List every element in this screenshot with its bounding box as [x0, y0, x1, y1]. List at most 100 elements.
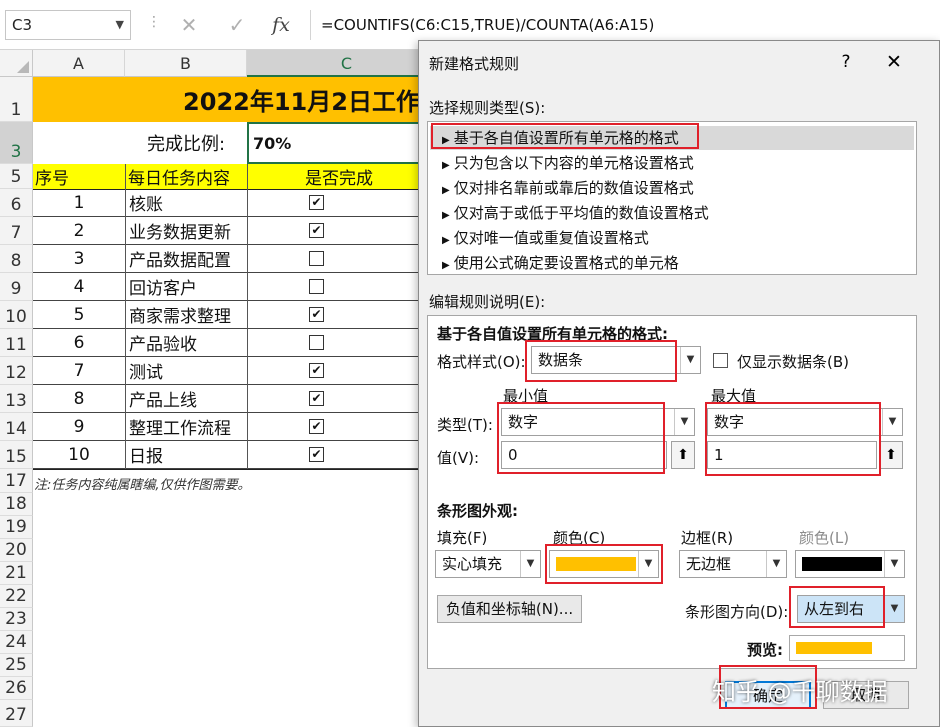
header-cell-done[interactable]: 是否完成	[247, 164, 420, 189]
row-header[interactable]: 6	[0, 189, 33, 217]
rule-type-item[interactable]: ▶ 仅对排名靠前或靠后的数值设置格式	[430, 176, 914, 200]
row-header[interactable]: 22	[0, 585, 33, 608]
rule-type-item[interactable]: ▶ 使用公式确定要设置格式的单元格	[430, 251, 914, 275]
task-done-checkbox[interactable]	[309, 251, 324, 266]
chevron-down-icon[interactable]: ▼	[638, 551, 658, 577]
row-header[interactable]: 15	[0, 441, 33, 469]
task-no-cell[interactable]: 10	[33, 441, 125, 469]
task-done-cell[interactable]: ✔	[248, 441, 420, 469]
row-header[interactable]: 11	[0, 329, 33, 357]
task-done-checkbox[interactable]	[309, 335, 324, 350]
row-header[interactable]: 13	[0, 385, 33, 413]
task-name-cell[interactable]: 产品验收	[126, 329, 247, 357]
chevron-down-icon[interactable]: ▼	[884, 551, 904, 577]
column-header-a[interactable]: A	[33, 50, 125, 77]
format-style-select[interactable]: 数据条 ▼	[531, 346, 701, 374]
row-header[interactable]: 5	[0, 164, 33, 189]
task-name-cell[interactable]: 产品上线	[126, 385, 247, 413]
chevron-down-icon[interactable]: ▼	[116, 11, 124, 39]
row-header[interactable]: 20	[0, 539, 33, 562]
select-all-button[interactable]	[0, 50, 33, 77]
column-header-b[interactable]: B	[125, 50, 247, 77]
row-header[interactable]: 14	[0, 413, 33, 441]
task-no-cell[interactable]: 9	[33, 413, 125, 441]
task-done-cell[interactable]	[248, 245, 420, 273]
task-done-checkbox[interactable]: ✔	[309, 307, 324, 322]
task-done-cell[interactable]	[248, 329, 420, 357]
header-cell-no[interactable]: 序号	[33, 164, 125, 189]
task-no-cell[interactable]: 7	[33, 357, 125, 385]
rule-type-list[interactable]: ▶ 基于各自值设置所有单元格的格式 ▶ 只为包含以下内容的单元格设置格式 ▶ 仅对排名…	[427, 121, 917, 275]
row-header[interactable]: 10	[0, 301, 33, 329]
rule-type-item[interactable]: ▶ 仅对唯一值或重复值设置格式	[430, 226, 914, 250]
row-header[interactable]: 17	[0, 469, 33, 493]
task-no-cell[interactable]: 5	[33, 301, 125, 329]
task-done-cell[interactable]: ✔	[248, 385, 420, 413]
chevron-down-icon[interactable]: ▼	[766, 551, 786, 577]
row-header[interactable]: 25	[0, 654, 33, 677]
row-header[interactable]: 7	[0, 217, 33, 245]
min-value-input[interactable]: 0	[501, 441, 667, 469]
show-bar-only-checkbox[interactable]	[713, 353, 728, 368]
negative-axis-button[interactable]: 负值和坐标轴(N)...	[437, 595, 582, 623]
insert-function-icon[interactable]: fx	[264, 10, 298, 40]
task-name-cell[interactable]: 核账	[126, 189, 247, 217]
row-header[interactable]: 19	[0, 516, 33, 539]
border-color-select[interactable]: ▼	[795, 550, 905, 578]
row-header[interactable]: 23	[0, 608, 33, 631]
range-picker-icon[interactable]: ⬆	[671, 441, 695, 469]
ratio-value-cell[interactable]: 70%	[247, 122, 420, 164]
task-done-checkbox[interactable]	[309, 279, 324, 294]
task-done-cell[interactable]: ✔	[248, 217, 420, 245]
drag-handle-icon[interactable]: ⋮	[147, 14, 161, 30]
task-name-cell[interactable]: 测试	[126, 357, 247, 385]
task-done-checkbox[interactable]: ✔	[309, 223, 324, 238]
task-name-cell[interactable]: 回访客户	[126, 273, 247, 301]
note-text[interactable]: 注:任务内容纯属瞎编,仅供作图需要。	[34, 474, 414, 493]
task-no-cell[interactable]: 4	[33, 273, 125, 301]
cancel-icon[interactable]: ✕	[172, 10, 206, 40]
rule-type-item[interactable]: ▶ 仅对高于或低于平均值的数值设置格式	[430, 201, 914, 225]
help-icon[interactable]: ?	[831, 49, 861, 75]
chevron-down-icon[interactable]: ▼	[882, 409, 902, 435]
formula-input[interactable]: =COUNTIFS(C6:C15,TRUE)/COUNTA(A6:A15)	[310, 10, 940, 40]
row-header[interactable]: 12	[0, 357, 33, 385]
spreadsheet-grid[interactable]: A B C 1 3 5 6 7 8 9 10 11 12 13 14 15 17…	[0, 50, 447, 727]
fill-select[interactable]: 实心填充 ▼	[435, 550, 541, 578]
close-icon[interactable]: ✕	[879, 49, 909, 75]
task-name-cell[interactable]: 业务数据更新	[126, 217, 247, 245]
max-type-select[interactable]: 数字 ▼	[707, 408, 903, 436]
task-done-cell[interactable]	[248, 273, 420, 301]
task-done-cell[interactable]: ✔	[248, 301, 420, 329]
chevron-down-icon[interactable]: ▼	[884, 596, 904, 622]
task-name-cell[interactable]: 整理工作流程	[126, 413, 247, 441]
enter-icon[interactable]: ✓	[220, 10, 254, 40]
column-header-c[interactable]: C	[247, 50, 447, 77]
max-value-input[interactable]: 1	[707, 441, 877, 469]
task-no-cell[interactable]: 2	[33, 217, 125, 245]
chevron-down-icon[interactable]: ▼	[680, 347, 700, 373]
rule-type-item[interactable]: ▶ 基于各自值设置所有单元格的格式	[430, 126, 914, 150]
row-header[interactable]: 26	[0, 677, 33, 700]
row-header[interactable]: 8	[0, 245, 33, 273]
task-name-cell[interactable]: 产品数据配置	[126, 245, 247, 273]
row-header[interactable]: 1	[0, 77, 33, 122]
range-picker-icon[interactable]: ⬆	[879, 441, 903, 469]
task-name-cell[interactable]: 商家需求整理	[126, 301, 247, 329]
task-done-cell[interactable]: ✔	[248, 189, 420, 217]
task-no-cell[interactable]: 6	[33, 329, 125, 357]
name-box[interactable]: C3 ▼	[5, 10, 131, 40]
task-done-checkbox[interactable]: ✔	[309, 419, 324, 434]
row-header[interactable]: 27	[0, 700, 33, 727]
task-name-cell[interactable]: 日报	[126, 441, 247, 469]
row-header[interactable]: 9	[0, 273, 33, 301]
task-done-checkbox[interactable]: ✔	[309, 363, 324, 378]
min-type-select[interactable]: 数字 ▼	[501, 408, 695, 436]
rule-type-item[interactable]: ▶ 只为包含以下内容的单元格设置格式	[430, 151, 914, 175]
task-done-cell[interactable]: ✔	[248, 413, 420, 441]
row-header[interactable]: 3	[0, 122, 33, 164]
row-header[interactable]: 18	[0, 493, 33, 516]
row-header[interactable]: 24	[0, 631, 33, 654]
task-done-checkbox[interactable]: ✔	[309, 391, 324, 406]
border-select[interactable]: 无边框 ▼	[679, 550, 787, 578]
